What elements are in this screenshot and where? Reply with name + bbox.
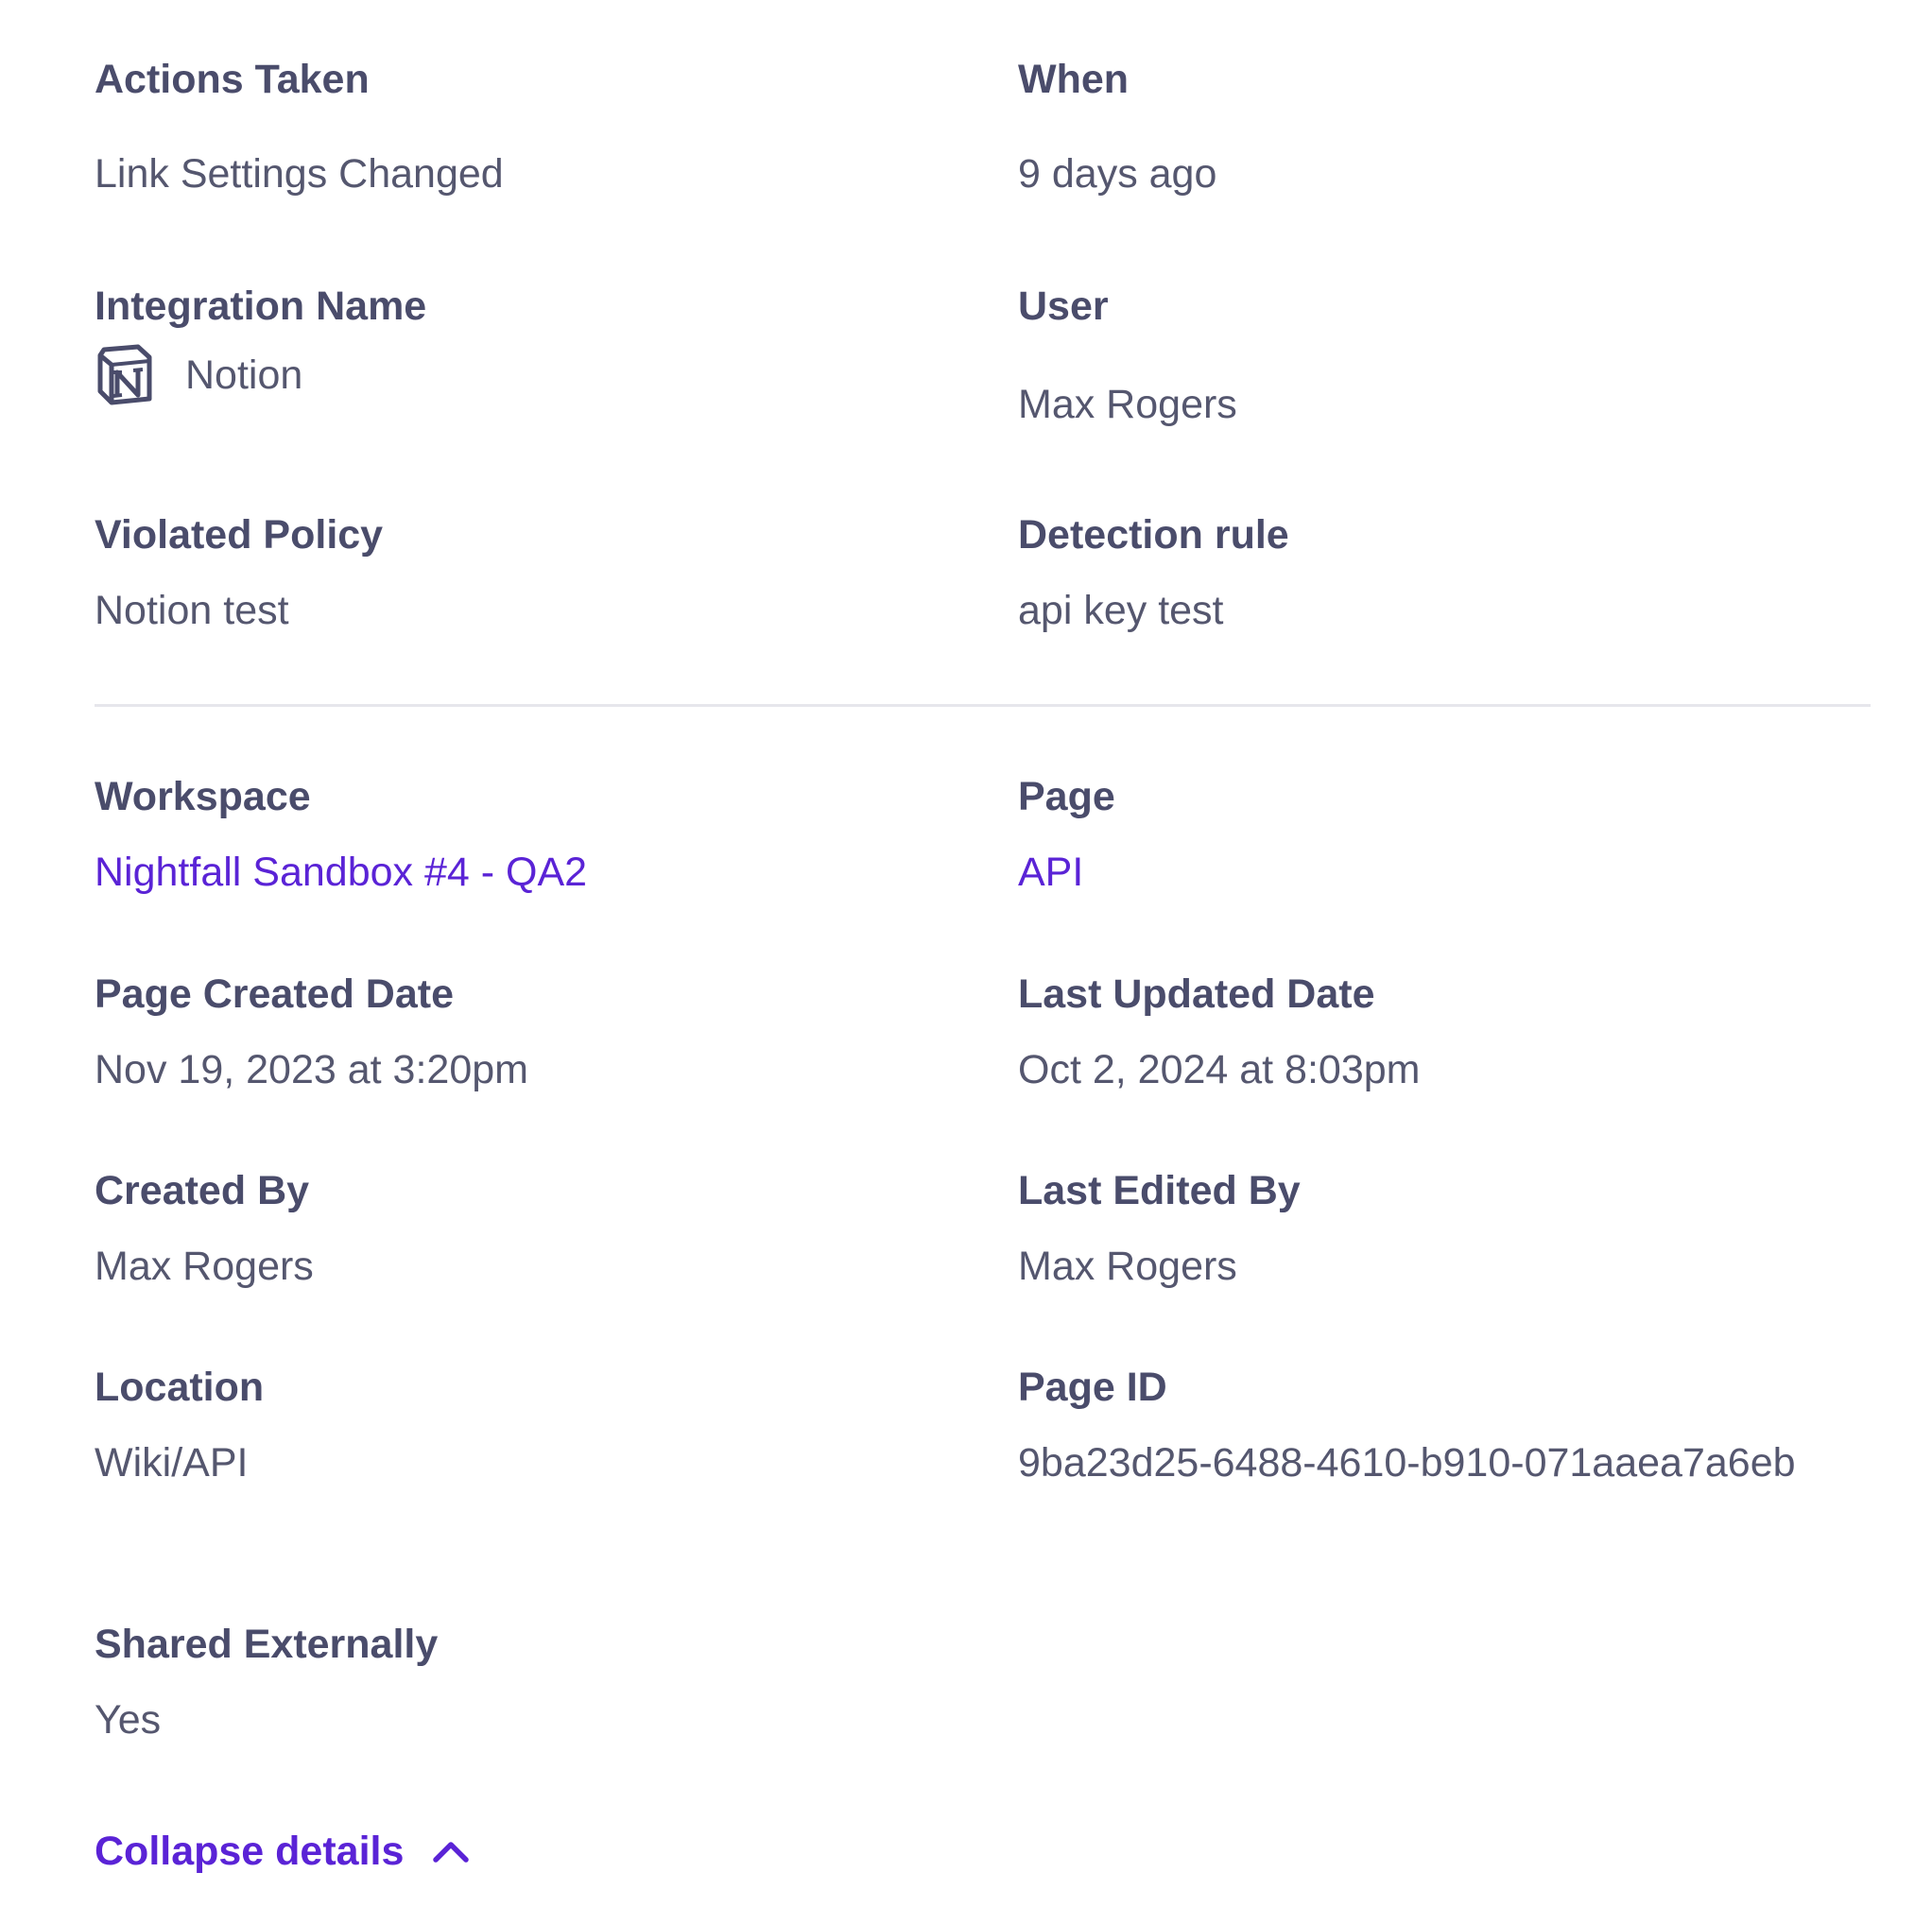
page-field: Page API [1018, 772, 1869, 904]
location-value: Wiki/API [95, 1440, 249, 1486]
when-value: 9 days ago [1018, 151, 1217, 197]
created-by-value: Max Rogers [95, 1244, 314, 1289]
when-label: When [1018, 57, 1130, 102]
integration-name-field: Integration Name Notion [95, 282, 945, 433]
chevron-up-icon [432, 1839, 470, 1864]
detection-rule-field: Detection rule api key test [1018, 510, 1869, 643]
last-edited-by-field: Last Edited By Max Rogers [1018, 1166, 1869, 1298]
created-by-field: Created By Max Rogers [95, 1166, 945, 1298]
workspace-label: Workspace [95, 774, 311, 819]
integration-name-text: Notion [185, 352, 303, 398]
last-updated-date-label: Last Updated Date [1018, 971, 1375, 1017]
location-field: Location Wiki/API [95, 1363, 945, 1495]
last-updated-date-field: Last Updated Date Oct 2, 2024 at 8:03pm [1018, 970, 1869, 1102]
detection-rule-label: Detection rule [1018, 512, 1289, 558]
shared-externally-field: Shared Externally Yes [95, 1620, 945, 1752]
collapse-details-label: Collapse details [95, 1829, 405, 1874]
last-updated-date-value: Oct 2, 2024 at 8:03pm [1018, 1047, 1421, 1092]
shared-externally-label: Shared Externally [95, 1622, 439, 1667]
actions-taken-field: Actions Taken Link Settings Changed [95, 55, 945, 206]
when-field: When 9 days ago [1018, 55, 1869, 206]
last-edited-by-label: Last Edited By [1018, 1168, 1301, 1213]
page-label: Page [1018, 774, 1115, 819]
violated-policy-label: Violated Policy [95, 512, 384, 558]
integration-name-value: Notion [95, 344, 302, 406]
created-by-label: Created By [95, 1168, 310, 1213]
page-created-date-field: Page Created Date Nov 19, 2023 at 3:20pm [95, 970, 945, 1102]
collapse-details-button[interactable]: Collapse details [95, 1825, 470, 1878]
page-id-value: 9ba23d25-6488-4610-b910-071aaea7a6eb [1018, 1440, 1796, 1486]
user-label: User [1018, 283, 1109, 329]
page-id-label: Page ID [1018, 1365, 1167, 1410]
violated-policy-value: Notion test [95, 588, 289, 633]
shared-externally-value: Yes [95, 1697, 162, 1743]
user-field: User Max Rogers [1018, 282, 1869, 433]
integration-name-label: Integration Name [95, 283, 427, 329]
user-value: Max Rogers [1018, 382, 1237, 427]
notion-icon [95, 344, 155, 406]
actions-taken-value: Link Settings Changed [95, 151, 504, 197]
section-divider [95, 704, 1871, 707]
detection-rule-value: api key test [1018, 588, 1224, 633]
page-created-date-value: Nov 19, 2023 at 3:20pm [95, 1047, 528, 1092]
violated-policy-field: Violated Policy Notion test [95, 510, 945, 643]
page-created-date-label: Page Created Date [95, 971, 454, 1017]
workspace-link[interactable]: Nightfall Sandbox #4 - QA2 [95, 842, 587, 902]
page-link[interactable]: API [1018, 842, 1083, 902]
last-edited-by-value: Max Rogers [1018, 1244, 1237, 1289]
page-id-field: Page ID 9ba23d25-6488-4610-b910-071aaea7… [1018, 1363, 1869, 1561]
workspace-field: Workspace Nightfall Sandbox #4 - QA2 [95, 772, 945, 904]
location-label: Location [95, 1365, 265, 1410]
actions-taken-label: Actions Taken [95, 57, 370, 102]
